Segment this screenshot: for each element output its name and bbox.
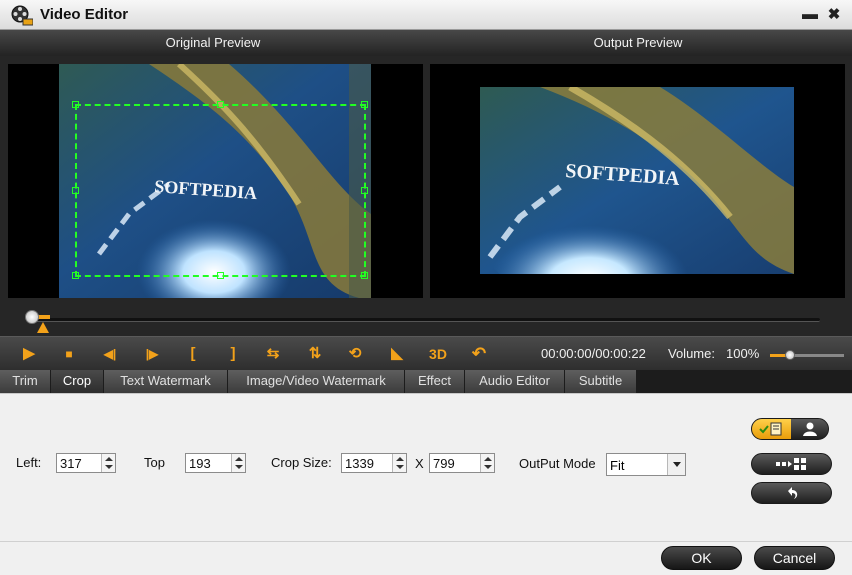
crop-handle[interactable] (72, 272, 79, 279)
film-reel-icon (11, 5, 33, 26)
flip-horizontal-button[interactable]: ⇆ (262, 344, 284, 364)
crop-selection-box[interactable] (72, 101, 368, 279)
mark-in-button[interactable]: [ (182, 344, 204, 364)
time-display: 00:00:00/00:00:22 (541, 346, 646, 361)
size-separator: X (415, 456, 424, 471)
output-video-frame: SOFTPEDIA (480, 87, 794, 274)
output-preview-label: Output Preview (593, 35, 683, 50)
volume-handle[interactable] (785, 350, 795, 360)
editor-tabs: Trim Crop Text Watermark Image/Video Wat… (0, 370, 852, 393)
crop-width-spinner-arrows[interactable] (392, 454, 406, 472)
stop-button[interactable]: ■ (58, 344, 80, 364)
fit-screen-button[interactable] (751, 453, 832, 475)
minimize-button[interactable]: ▬ (800, 5, 820, 25)
crop-height-value: 799 (433, 456, 455, 471)
window-title: Video Editor (40, 6, 129, 23)
top-spinner-arrows[interactable] (231, 454, 245, 472)
cancel-button[interactable]: Cancel (754, 546, 835, 570)
tab-image-video-watermark[interactable]: Image/Video Watermark (228, 370, 405, 393)
crop-height-spinner[interactable]: 799 (429, 453, 495, 473)
crop-handle[interactable] (72, 101, 79, 108)
output-mode-label: OutPut Mode (519, 456, 596, 471)
playback-controls: ▶ ■ ◀| |▶ [ ] ⇆ ⇅ ⟲ ◣ 3D ↶ 00:00:00/00:0… (0, 336, 852, 370)
tab-audio-editor[interactable]: Audio Editor (465, 370, 565, 393)
original-preview-screen: SOFTPEDIA (8, 64, 423, 298)
output-mode-value: Fit (610, 458, 625, 473)
tab-effect[interactable]: Effect (405, 370, 465, 393)
mark-out-button[interactable]: ] (222, 344, 244, 364)
top-spinner[interactable]: 193 (185, 453, 246, 473)
crop-handle[interactable] (217, 272, 224, 279)
next-frame-button[interactable]: |▶ (138, 344, 166, 364)
left-value: 317 (60, 456, 82, 471)
crop-width-value: 1339 (345, 456, 374, 471)
left-spinner-arrows[interactable] (101, 454, 115, 472)
tab-subtitle[interactable]: Subtitle (565, 370, 637, 393)
rotate-button[interactable]: ⟲ (344, 344, 366, 364)
person-icon (803, 422, 817, 436)
prev-frame-button[interactable]: ◀| (96, 344, 124, 364)
tab-trim[interactable]: Trim (0, 370, 51, 393)
crop-handle[interactable] (217, 101, 224, 108)
tab-text-watermark[interactable]: Text Watermark (104, 370, 228, 393)
crop-handle[interactable] (361, 101, 368, 108)
preview-header: Original Preview Output Preview (0, 30, 852, 56)
crop-mode-toggle[interactable] (751, 418, 829, 440)
chevron-down-icon[interactable] (667, 454, 685, 475)
free-crop-button[interactable] (791, 419, 828, 439)
snapshot-button[interactable]: ◣ (386, 344, 408, 364)
output-preview-screen: SOFTPEDIA (430, 64, 845, 298)
volume-value: 100% (726, 346, 760, 361)
left-spinner[interactable]: 317 (56, 453, 116, 473)
preview-area: SOFTPEDIA SOFTPEDIA (0, 56, 852, 336)
crop-height-spinner-arrows[interactable] (480, 454, 494, 472)
close-button[interactable]: ✖ (824, 5, 844, 25)
crop-size-label: Crop Size: (271, 455, 332, 470)
tab-crop[interactable]: Crop (51, 370, 104, 393)
seek-bar[interactable] (33, 318, 820, 322)
original-preview-label: Original Preview (165, 35, 261, 50)
top-label: Top (144, 455, 165, 470)
keep-aspect-button[interactable] (752, 419, 791, 439)
expand-grid-icon (776, 458, 806, 470)
reset-arrow-icon (788, 487, 798, 499)
volume-label: Volume: (668, 346, 715, 361)
play-button[interactable]: ▶ (18, 344, 40, 364)
3d-button[interactable]: 3D (424, 344, 452, 364)
flip-vertical-button[interactable]: ⇅ (304, 344, 326, 364)
seek-row (0, 300, 852, 336)
left-label: Left: (16, 455, 42, 470)
title-bar: Video Editor ▬ ✖ (0, 0, 852, 30)
top-value: 193 (189, 456, 211, 471)
trim-start-marker[interactable] (37, 322, 49, 333)
crop-handle[interactable] (72, 187, 79, 194)
ok-button[interactable]: OK (661, 546, 742, 570)
crop-handle[interactable] (361, 272, 368, 279)
reset-button[interactable] (751, 482, 832, 504)
output-mode-select[interactable]: Fit (606, 453, 686, 476)
dialog-footer: OK Cancel (0, 541, 852, 575)
crop-width-spinner[interactable]: 1339 (341, 453, 407, 473)
crop-handle[interactable] (361, 187, 368, 194)
check-frame-icon (759, 422, 782, 436)
undo-button[interactable]: ↶ (468, 344, 490, 364)
crop-panel: Left: 317 Top 193 Crop Size: 1339 X 799 … (0, 393, 852, 541)
seek-handle[interactable] (25, 310, 39, 324)
